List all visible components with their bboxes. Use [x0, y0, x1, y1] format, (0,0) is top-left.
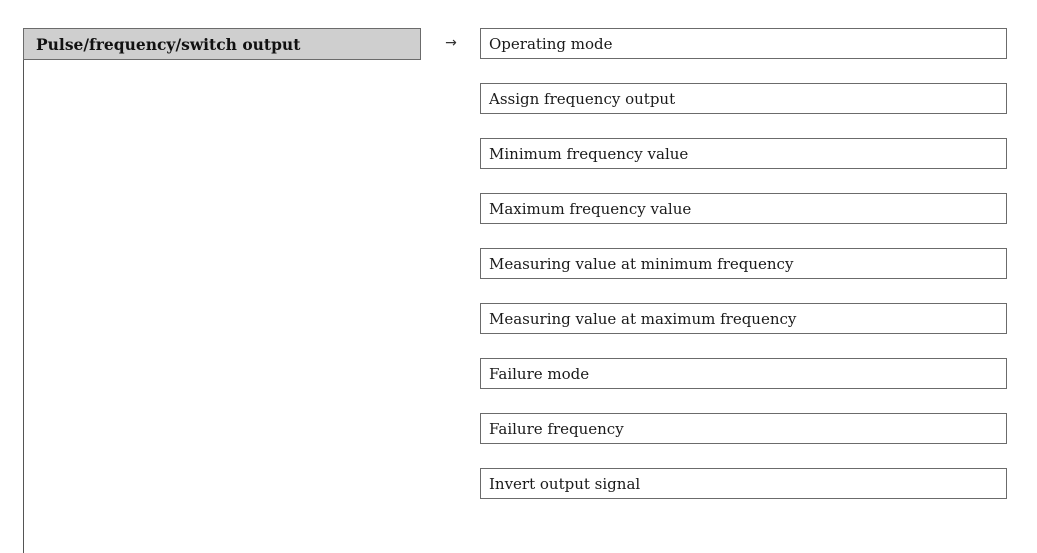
- arrow-right-icon: →: [445, 35, 457, 51]
- parameter-label: Maximum frequency value: [489, 199, 692, 218]
- parameter-measuring-value-max-frequency[interactable]: Measuring value at maximum frequency: [480, 303, 1007, 334]
- parameter-label: Measuring value at maximum frequency: [489, 309, 797, 328]
- parameter-label: Invert output signal: [489, 474, 641, 493]
- parameter-label: Assign frequency output: [489, 89, 676, 108]
- parameter-label: Failure frequency: [489, 419, 624, 438]
- submenu-pulse-frequency-switch-output[interactable]: Pulse/frequency/switch output: [23, 28, 421, 60]
- navigation-frame-line: [23, 28, 24, 553]
- parameter-label: Failure mode: [489, 364, 590, 383]
- parameter-measuring-value-min-frequency[interactable]: Measuring value at minimum frequency: [480, 248, 1007, 279]
- parameter-operating-mode[interactable]: Operating mode: [480, 28, 1007, 59]
- parameter-list: Operating mode Assign frequency output M…: [480, 28, 1007, 499]
- parameter-maximum-frequency-value[interactable]: Maximum frequency value: [480, 193, 1007, 224]
- parameter-failure-frequency[interactable]: Failure frequency: [480, 413, 1007, 444]
- parameter-label: Minimum frequency value: [489, 144, 689, 163]
- parameter-assign-frequency-output[interactable]: Assign frequency output: [480, 83, 1007, 114]
- parameter-invert-output-signal[interactable]: Invert output signal: [480, 468, 1007, 499]
- parameter-label: Operating mode: [489, 34, 613, 53]
- submenu-title: Pulse/frequency/switch output: [36, 34, 301, 54]
- parameter-failure-mode[interactable]: Failure mode: [480, 358, 1007, 389]
- parameter-label: Measuring value at minimum frequency: [489, 254, 794, 273]
- parameter-minimum-frequency-value[interactable]: Minimum frequency value: [480, 138, 1007, 169]
